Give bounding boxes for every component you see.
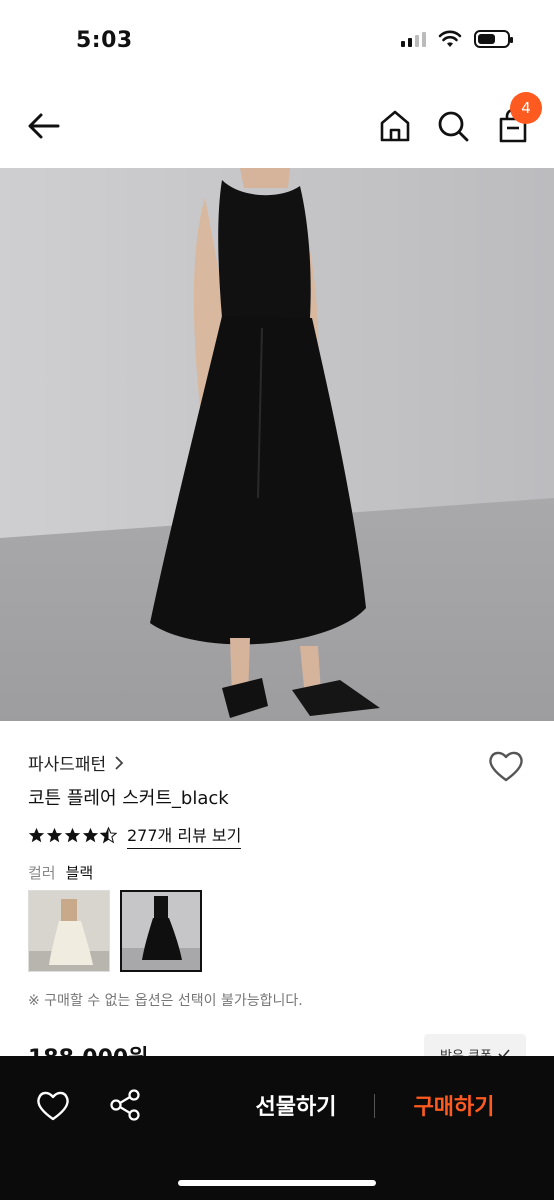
brand-link[interactable]: 파사드패턴 [28,750,124,775]
gift-button[interactable]: 선물하기 [220,1086,372,1124]
home-icon[interactable] [376,106,414,146]
color-label: 컬러 [28,864,56,882]
star-icon [28,827,45,843]
search-icon[interactable] [434,106,472,146]
chevron-right-icon [115,755,124,770]
star-half-icon [100,827,117,844]
share-icon[interactable] [106,1086,144,1124]
color-swatches [28,890,202,972]
home-indicator [178,1180,376,1186]
battery-icon [474,30,513,48]
model-photo [0,168,554,721]
color-value: 블랙 [65,864,94,882]
review-link[interactable]: 277개 리뷰 보기 [127,822,242,849]
heart-icon[interactable] [34,1086,72,1124]
status-time: 5:03 [76,28,133,53]
status-bar: 5:03 [0,0,554,80]
star-rating [28,827,117,844]
back-arrow-icon[interactable] [24,106,64,146]
star-icon [64,827,81,843]
swatch-black[interactable] [120,890,202,972]
star-icon [82,827,99,843]
bottom-action-bar: 선물하기 구매하기 [0,1056,554,1200]
product-name: 코튼 플레어 스커트_black [28,788,229,809]
product-image[interactable] [0,168,554,721]
top-navigation [0,80,554,168]
wishlist-heart-icon[interactable] [486,746,526,786]
rating-row: 277개 리뷰 보기 [28,822,242,849]
wifi-icon [438,30,462,47]
color-option-row: 컬러 블랙 [28,862,93,883]
cellular-signal-icon [401,31,426,47]
option-notice: ※ 구매할 수 없는 옵션은 선택이 불가능합니다. [28,993,303,1009]
swatch-ivory[interactable] [28,890,110,972]
cart-count-badge: 4 [510,92,542,124]
star-icon [46,827,63,843]
divider [374,1094,375,1118]
brand-name: 파사드패턴 [28,755,107,775]
status-icons [401,30,513,48]
buy-button[interactable]: 구매하기 [378,1086,530,1124]
